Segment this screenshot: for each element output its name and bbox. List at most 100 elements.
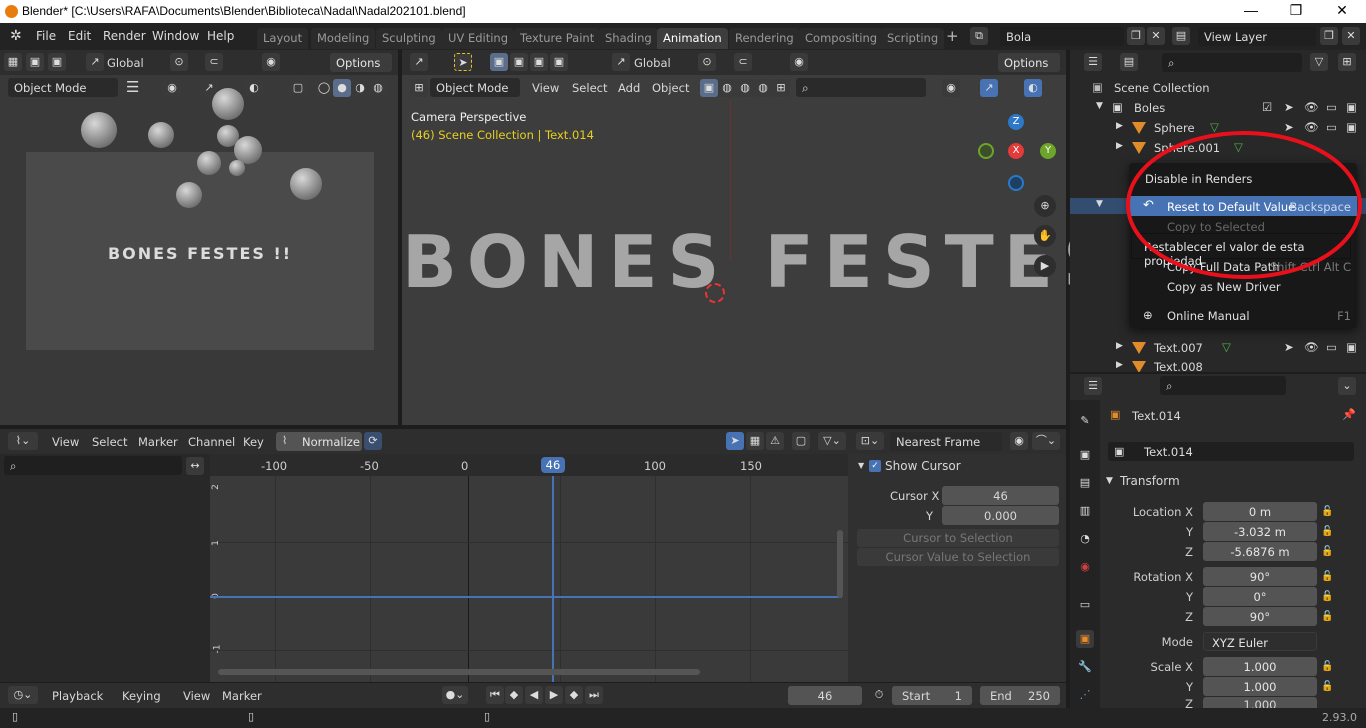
- menu-key[interactable]: Key: [243, 435, 264, 449]
- channel-search-input[interactable]: ⌕: [4, 456, 182, 475]
- mode-icon[interactable]: ◍: [718, 79, 736, 97]
- scene-name-field[interactable]: Bola: [1000, 27, 1124, 46]
- pivot-icon[interactable]: ⊡⌄: [856, 432, 884, 450]
- current-frame-marker[interactable]: 46: [541, 457, 565, 473]
- menu-item-reset-default[interactable]: ↶ Reset to Default Value Backspace: [1129, 196, 1357, 216]
- outliner-row-text-008[interactable]: ▶ Text.008: [1070, 357, 1366, 372]
- location-z-field[interactable]: -5.6876 m: [1203, 542, 1317, 561]
- stopwatch-icon[interactable]: ⏱: [870, 686, 888, 704]
- tab-texture-paint[interactable]: Texture Paint: [514, 28, 601, 49]
- menu-help[interactable]: Help: [207, 29, 234, 43]
- collection-tab-icon[interactable]: ▭: [1076, 596, 1094, 614]
- cursor-value-to-selection-button[interactable]: Cursor Value to Selection: [857, 548, 1059, 566]
- show-cursor-checkbox[interactable]: ✓: [869, 460, 881, 472]
- render-camera-icon[interactable]: ▣: [1346, 340, 1357, 354]
- lock-icon[interactable]: 🔓: [1321, 681, 1335, 695]
- play-reverse-icon[interactable]: ◀: [525, 686, 543, 704]
- selectable-icon[interactable]: ➤: [1284, 120, 1294, 134]
- outliner-row-boles[interactable]: ▼ ▣ Boles ☑ ➤ 👁 ▭ ▣: [1070, 98, 1366, 118]
- select-mode-icon[interactable]: ▣: [26, 53, 44, 71]
- pivot-icon[interactable]: ⊙: [698, 53, 716, 71]
- tab-sculpting[interactable]: Sculpting: [376, 28, 442, 49]
- xray-icon[interactable]: ▢: [289, 79, 307, 97]
- outliner-row-scene-collection[interactable]: ▣ Scene Collection: [1070, 78, 1366, 98]
- cursor-y-field[interactable]: 0.000: [942, 506, 1059, 525]
- menu-view[interactable]: View: [183, 689, 210, 703]
- object-tab-icon[interactable]: ▣: [1076, 630, 1094, 648]
- snap-icon[interactable]: ⊂: [734, 53, 752, 71]
- filter-icon[interactable]: ▽: [1310, 53, 1328, 71]
- eye-icon[interactable]: 👁: [1304, 340, 1319, 354]
- scene-copy-icon[interactable]: ❐: [1127, 27, 1145, 45]
- mode-icon[interactable]: ⊞: [772, 79, 790, 97]
- tab-animation[interactable]: Animation: [657, 28, 728, 49]
- menu-view[interactable]: View: [52, 435, 79, 449]
- checkbox-icon[interactable]: ☑: [1262, 100, 1272, 114]
- gizmo-z-icon[interactable]: Z: [1008, 114, 1024, 130]
- editor-type-icon[interactable]: ☰: [1084, 53, 1102, 71]
- menu-select[interactable]: Select: [572, 81, 607, 95]
- menu-file[interactable]: File: [36, 29, 56, 43]
- horizontal-scrollbar[interactable]: [218, 669, 700, 675]
- graph-region[interactable]: -100 -50 0 46 100 150 2 1 0 -1: [210, 454, 848, 682]
- show-selected-icon[interactable]: ➤: [726, 432, 744, 450]
- overlay-icon[interactable]: ◐: [245, 79, 263, 97]
- tab-scripting[interactable]: Scripting: [881, 28, 945, 49]
- tab-layout[interactable]: Layout: [257, 28, 309, 49]
- tab-modeling[interactable]: Modeling: [311, 28, 376, 49]
- clock-icon[interactable]: ◷⌄: [8, 686, 38, 704]
- wireframe-shading-icon[interactable]: ◯: [315, 79, 333, 97]
- select-add-icon[interactable]: ▣: [510, 53, 528, 71]
- select-subtract-icon[interactable]: ▣: [530, 53, 548, 71]
- lock-icon[interactable]: 🔓: [1321, 526, 1335, 540]
- particles-tab-icon[interactable]: ⋰: [1076, 686, 1094, 704]
- new-collection-icon[interactable]: ⊞: [1338, 53, 1356, 71]
- mesh-data-icon[interactable]: ▽: [1222, 340, 1231, 354]
- object-mode-dropdown[interactable]: Object Mode: [8, 78, 118, 97]
- select-intersect-icon[interactable]: ▣: [550, 53, 568, 71]
- view-layer-field[interactable]: View Layer: [1198, 27, 1316, 46]
- tab-compositing[interactable]: Compositing: [799, 28, 884, 49]
- options-dropdown[interactable]: Options: [330, 53, 392, 72]
- scene-tab-icon[interactable]: ◔: [1076, 530, 1094, 548]
- overlay-icon[interactable]: ◐: [1024, 79, 1042, 97]
- menu-item-online-manual[interactable]: ⊕ Online Manual F1: [1129, 305, 1357, 325]
- orientation-dropdown[interactable]: Global: [634, 56, 671, 70]
- material-shading-icon[interactable]: ◑: [351, 79, 369, 97]
- cursor-x-field[interactable]: 46: [942, 486, 1059, 505]
- tool-tab-icon[interactable]: ✎: [1076, 412, 1094, 430]
- menu-item-copy-as-new-driver[interactable]: Copy as New Driver: [1129, 276, 1357, 296]
- mode-icon[interactable]: ◍: [736, 79, 754, 97]
- render-camera-icon[interactable]: ▣: [1346, 120, 1357, 134]
- pin-icon[interactable]: 📌: [1342, 408, 1356, 421]
- eye-icon[interactable]: 👁: [1304, 100, 1319, 114]
- chevron-down-icon[interactable]: ▼: [1096, 199, 1103, 209]
- current-frame-line[interactable]: [552, 476, 554, 682]
- search-input[interactable]: ⌕: [796, 78, 926, 97]
- render-camera-icon[interactable]: ▣: [1346, 100, 1357, 114]
- close-button[interactable]: ✕: [1327, 2, 1357, 19]
- proportional-icon[interactable]: ◉: [262, 53, 280, 71]
- select-cursor-icon[interactable]: ➤: [454, 53, 472, 71]
- gizmo-neg-z-icon[interactable]: [1008, 175, 1024, 191]
- outliner-search-input[interactable]: ⌕: [1162, 53, 1302, 72]
- start-frame-field[interactable]: Start 1: [892, 686, 972, 705]
- maximize-button[interactable]: ❐: [1281, 2, 1311, 19]
- view-layer-close-icon[interactable]: ✕: [1342, 27, 1360, 45]
- orientation-dropdown[interactable]: Global: [107, 56, 144, 70]
- selectable-icon[interactable]: ➤: [1284, 100, 1294, 114]
- eye-icon[interactable]: 👁: [1304, 120, 1319, 134]
- scale-z-field[interactable]: 1.000: [1203, 697, 1317, 708]
- output-tab-icon[interactable]: ▤: [1076, 474, 1094, 492]
- properties-search-input[interactable]: ⌕: [1160, 376, 1286, 395]
- ghost-curves-icon[interactable]: ▢: [792, 432, 810, 450]
- proportional-icon[interactable]: ◉: [1010, 432, 1028, 450]
- rotation-mode-dropdown[interactable]: XYZ Euler: [1203, 632, 1317, 651]
- mesh-data-icon[interactable]: ▽: [1210, 120, 1219, 134]
- chevron-right-icon[interactable]: ▶: [1116, 141, 1123, 151]
- chevron-down-icon[interactable]: ▼: [858, 461, 864, 470]
- normalize-toggle[interactable]: Normalize: [276, 432, 362, 451]
- lock-icon[interactable]: 🔓: [1321, 661, 1335, 675]
- object-mode-dropdown[interactable]: Object Mode: [430, 78, 520, 97]
- menu-item-disable-in-renders[interactable]: Disable in Renders: [1129, 168, 1357, 188]
